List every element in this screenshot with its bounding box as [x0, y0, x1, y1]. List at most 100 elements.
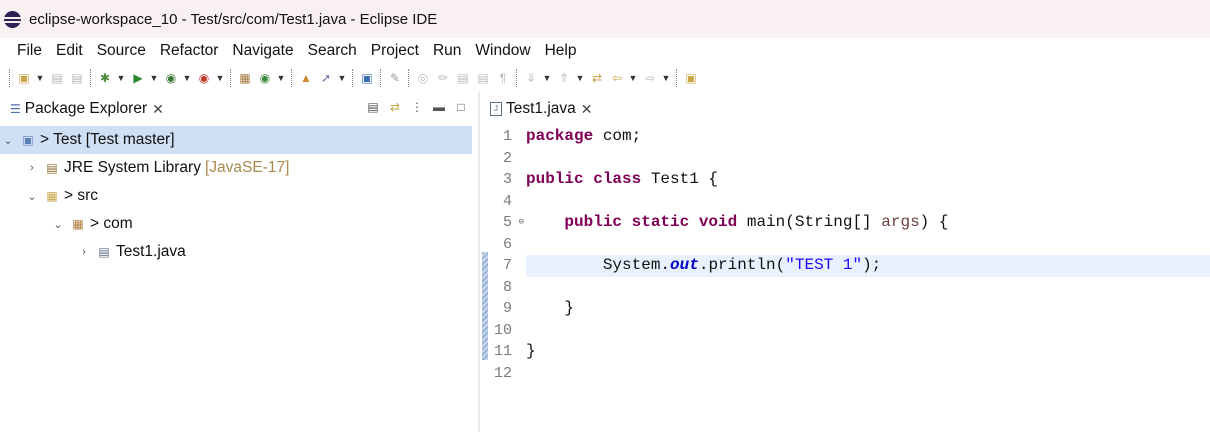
line-number: 3	[502, 171, 512, 188]
next-annotation-dropdown-icon[interactable]: ▼	[543, 70, 552, 86]
search-dropdown-icon[interactable]: ▼	[338, 70, 347, 86]
pin-editor-icon[interactable]: ▣	[683, 70, 699, 86]
new-java-package-icon[interactable]: ▦	[237, 70, 253, 86]
new-icon[interactable]: ▣	[16, 70, 32, 86]
show-whitespace-icon[interactable]: ▤	[475, 70, 491, 86]
view-menu-icon[interactable]: ⋮	[410, 100, 424, 114]
toggle-mark-occurrences-icon[interactable]: ✎	[387, 70, 403, 86]
tab-package-explorer[interactable]: ☰ Package Explorer ✕	[0, 100, 164, 118]
back-dropdown-icon[interactable]: ▼	[629, 70, 638, 86]
toolbar-separator	[352, 69, 354, 87]
line-number: 4	[502, 192, 512, 210]
toolbar-separator	[90, 69, 92, 87]
chevron-right-icon[interactable]: ›	[26, 162, 38, 174]
line-number: 1	[502, 128, 512, 145]
source-folder-icon: ▦	[46, 189, 58, 203]
java-file-icon: ▤	[98, 245, 110, 259]
menu-window[interactable]: Window	[468, 42, 537, 60]
external-tools-dropdown-icon[interactable]: ▼	[216, 70, 225, 86]
jre-label: JRE System Library	[64, 159, 201, 176]
window-title: eclipse-workspace_10 - Test/src/com/Test…	[29, 10, 438, 28]
close-icon[interactable]: ✕	[581, 101, 593, 118]
forward-dropdown-icon[interactable]: ▼	[662, 70, 671, 86]
toggle-word-wrap-icon[interactable]: ✏	[435, 70, 451, 86]
package-label: > com	[90, 215, 133, 232]
tree-item-jre[interactable]: › ▤ JRE System Library [JavaSE-17]	[0, 154, 478, 182]
forward-icon[interactable]: ⇨	[642, 70, 658, 86]
coverage-icon[interactable]: ◉	[163, 70, 179, 86]
new-class-dropdown-icon[interactable]: ▼	[277, 70, 286, 86]
menu-navigate[interactable]: Navigate	[225, 42, 300, 60]
run-icon[interactable]: ▶	[130, 70, 146, 86]
jre-version: [JavaSE-17]	[204, 159, 290, 176]
back-icon[interactable]: ⇦	[609, 70, 625, 86]
external-tools-icon[interactable]: ◉	[196, 70, 212, 86]
code-text: }	[526, 342, 536, 360]
keyword: package	[526, 127, 594, 145]
tree-item-project[interactable]: ⌄ ▣ > Test [Test master]	[0, 126, 472, 154]
toggle-breadcrumb-icon[interactable]: ◎	[415, 70, 431, 86]
line-number: 11	[493, 343, 512, 360]
menu-edit[interactable]: Edit	[49, 42, 90, 60]
next-annotation-icon[interactable]: ⇓	[523, 70, 539, 86]
code-line-11: }	[526, 341, 1210, 363]
previous-annotation-dropdown-icon[interactable]: ▼	[576, 70, 585, 86]
code-text: main(String[]	[737, 213, 882, 231]
open-type-icon[interactable]: ▲	[298, 70, 314, 86]
menu-help[interactable]: Help	[538, 42, 584, 60]
menu-refactor[interactable]: Refactor	[153, 42, 226, 60]
tree-item-package[interactable]: ⌄ ▦ > com	[0, 210, 478, 238]
code-lines: package com; public class Test1 { public…	[526, 126, 1210, 384]
menu-file[interactable]: File	[0, 42, 49, 60]
search-icon[interactable]: ➚	[318, 70, 334, 86]
menu-project[interactable]: Project	[364, 42, 426, 60]
link-with-editor-icon[interactable]: ⇄	[388, 100, 402, 114]
line-number: 2	[502, 149, 512, 167]
keyword: public static void	[564, 213, 738, 231]
open-console-icon[interactable]: ▣	[359, 70, 375, 86]
maximize-icon[interactable]: □	[454, 100, 468, 114]
save-all-icon[interactable]: ▤	[69, 70, 85, 86]
code-editor[interactable]: 1 2 3 4 5 ⊖ 6 7 8 9 10 11 12 package com;…	[480, 126, 1210, 432]
debug-icon[interactable]: ✱	[97, 70, 113, 86]
previous-annotation-icon[interactable]: ⇑	[556, 70, 572, 86]
line-number: 7	[502, 257, 512, 274]
string-literal: "TEST 1"	[785, 256, 863, 274]
debug-dropdown-icon[interactable]: ▼	[117, 70, 126, 86]
last-edit-location-icon[interactable]: ⇄	[589, 70, 605, 86]
pilcrow-icon[interactable]: ¶	[495, 70, 511, 86]
coverage-dropdown-icon[interactable]: ▼	[183, 70, 192, 86]
toolbar-separator	[676, 69, 678, 87]
tab-test1-java[interactable]: J Test1.java ✕	[480, 100, 593, 118]
save-icon[interactable]: ▤	[49, 70, 65, 86]
line-number: 6	[502, 235, 512, 253]
chevron-right-icon[interactable]: ›	[78, 246, 90, 258]
fold-collapse-icon[interactable]: ⊖	[519, 212, 524, 234]
tree-item-file[interactable]: › ▤ Test1.java	[0, 238, 478, 266]
new-dropdown-icon[interactable]: ▼	[36, 70, 45, 86]
code-text: .println(	[698, 256, 786, 274]
chevron-down-icon[interactable]: ⌄	[2, 134, 14, 147]
file-label: Test1.java	[116, 243, 186, 260]
new-java-class-icon[interactable]: ◉	[257, 70, 273, 86]
chevron-down-icon[interactable]: ⌄	[26, 190, 38, 203]
run-dropdown-icon[interactable]: ▼	[150, 70, 159, 86]
collapse-all-icon[interactable]: ▤	[366, 100, 380, 114]
menu-source[interactable]: Source	[90, 42, 153, 60]
parameter: args	[881, 213, 920, 231]
block-selection-icon[interactable]: ▤	[455, 70, 471, 86]
menu-run[interactable]: Run	[426, 42, 468, 60]
minimize-icon[interactable]: ▬	[432, 100, 446, 114]
keyword: public class	[526, 170, 642, 188]
chevron-down-icon[interactable]: ⌄	[52, 218, 64, 231]
line-number: 12	[493, 364, 512, 382]
close-icon[interactable]: ✕	[152, 101, 164, 118]
java-file-icon: J	[490, 102, 502, 116]
tree-item-src[interactable]: ⌄ ▦ > src	[0, 182, 478, 210]
menu-search[interactable]: Search	[301, 42, 364, 60]
